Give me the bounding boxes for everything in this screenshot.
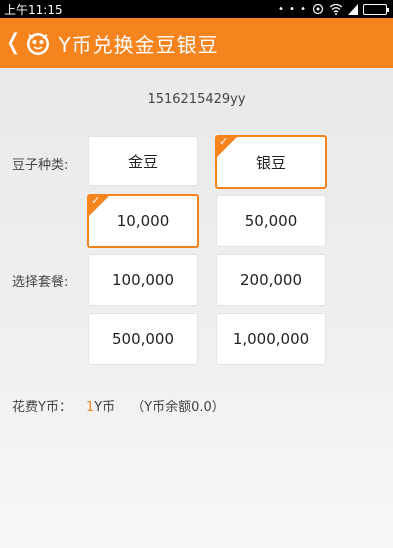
bean-option-silver[interactable]: ✓ 银豆 <box>215 135 327 189</box>
bean-option-label: 银豆 <box>255 153 286 172</box>
cost-row: 花费Y币： 1 Y币 （Y币余额0.0） <box>12 396 225 415</box>
page-title: Y币兑换金豆银豆 <box>58 32 219 57</box>
cost-unit: Y币 <box>94 400 116 415</box>
checkmark-icon: ✓ <box>91 194 101 207</box>
wifi-icon <box>329 3 343 15</box>
sync-icon <box>312 3 324 15</box>
account-id: 1516215429yy <box>147 92 246 107</box>
package-option-label: 10,000 <box>116 212 170 230</box>
package-option-1000000[interactable]: 1,000,000 <box>216 313 326 365</box>
signal-icon <box>348 3 358 15</box>
package-option-200000[interactable]: 200,000 <box>216 254 326 306</box>
package-option-label: 500,000 <box>111 330 175 348</box>
main-content: 1516215429yy 豆子种类: 金豆 ✓ 银豆 选择套餐: ✓ 10,00… <box>0 68 393 548</box>
package-option-label: 1,000,000 <box>232 330 310 348</box>
cost-label: 花费Y币： <box>12 400 72 415</box>
bean-option-gold[interactable]: 金豆 <box>88 136 198 186</box>
package-option-label: 200,000 <box>239 271 303 289</box>
status-icons: • • • <box>277 3 389 15</box>
package-option-10000[interactable]: ✓ 10,000 <box>87 194 199 248</box>
package-option-label: 100,000 <box>111 271 175 289</box>
title-bar: ❬ Y币兑换金豆银豆 <box>0 18 393 68</box>
package-option-100000[interactable]: 100,000 <box>88 254 198 306</box>
bean-option-label: 金豆 <box>127 152 158 171</box>
notification-dots: • • • <box>277 3 307 15</box>
battery-icon <box>363 3 389 15</box>
status-time: 上午11:15 <box>4 2 63 17</box>
package-option-50000[interactable]: 50,000 <box>216 195 326 247</box>
package-option-label: 50,000 <box>244 212 298 230</box>
checkmark-icon: ✓ <box>219 135 229 148</box>
balance-text: （Y币余额0.0） <box>131 400 225 415</box>
app-logo-icon <box>27 33 50 55</box>
package-option-500000[interactable]: 500,000 <box>88 313 198 365</box>
back-arrow-icon[interactable]: ❬ <box>4 32 22 54</box>
status-bar: 上午11:15 • • • <box>0 0 393 18</box>
bean-type-label: 豆子种类: <box>12 158 69 173</box>
cost-amount: 1 <box>85 400 95 415</box>
package-label: 选择套餐: <box>12 275 69 290</box>
